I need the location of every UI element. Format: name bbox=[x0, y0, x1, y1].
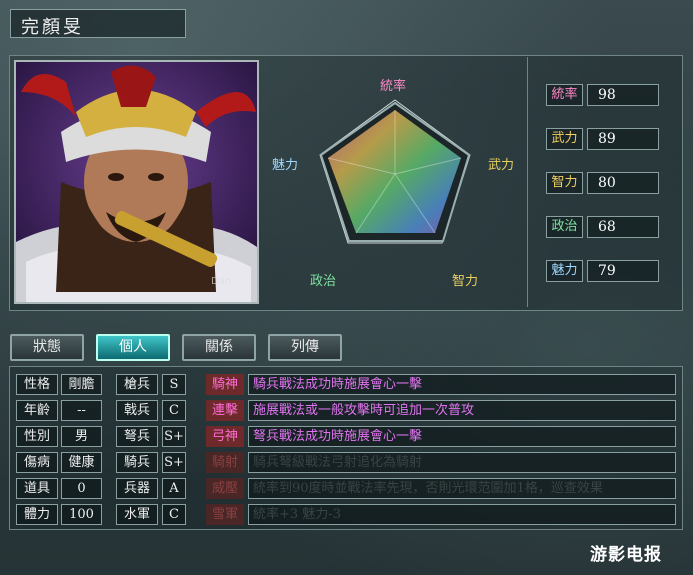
info-label: 道具 bbox=[16, 478, 58, 499]
aptitude-label: 水軍 bbox=[116, 504, 158, 525]
stat-value: 79 bbox=[587, 260, 659, 282]
radar-svg: 統率 武力 智力 政治 魅力 bbox=[272, 78, 514, 289]
portrait-image: Dan bbox=[16, 62, 257, 302]
stat-value: 80 bbox=[587, 172, 659, 194]
tab-personal[interactable]: 個人 bbox=[96, 334, 170, 361]
aptitude-grade: C bbox=[162, 400, 186, 421]
info-value: -- bbox=[61, 400, 102, 421]
attribute-radar-chart: 統率 武力 智力 政治 魅力 bbox=[265, 57, 523, 307]
skill-name: 騎神 bbox=[206, 374, 244, 395]
info-label: 年齡 bbox=[16, 400, 58, 421]
stat-row-charm: 魅力 79 bbox=[546, 260, 662, 282]
info-value: 健康 bbox=[61, 452, 102, 473]
tab-biography[interactable]: 列傳 bbox=[268, 334, 342, 361]
aptitude-label: 兵器 bbox=[116, 478, 158, 499]
stat-label: 武力 bbox=[546, 128, 583, 150]
skill-description: 騎兵弩級戰法弓射追化為騎射 bbox=[248, 452, 676, 473]
info-value: 男 bbox=[61, 426, 102, 447]
aptitude-grade: S bbox=[162, 374, 186, 395]
skill-name: 騎射 bbox=[206, 452, 244, 473]
radar-label-politics: 政治 bbox=[310, 274, 336, 289]
aptitude-grade: S+ bbox=[162, 452, 186, 473]
tab-status[interactable]: 狀態 bbox=[10, 334, 84, 361]
character-name-box: 完顏旻 bbox=[10, 9, 186, 38]
skill-name: 威壓 bbox=[206, 478, 244, 499]
stat-row-politics: 政治 68 bbox=[546, 216, 662, 238]
stat-label: 統率 bbox=[546, 84, 583, 106]
skill-name: 連擊 bbox=[206, 400, 244, 421]
stat-value: 98 bbox=[587, 84, 659, 106]
skill-name: 雪軍 bbox=[206, 504, 244, 525]
skill-description: 騎兵戰法成功時施展會心一擊 bbox=[248, 374, 676, 395]
svg-text:Dan: Dan bbox=[211, 276, 231, 287]
radar-label-war: 武力 bbox=[488, 158, 514, 173]
stat-row-intelligence: 智力 80 bbox=[546, 172, 662, 194]
character-name: 完顏旻 bbox=[21, 17, 84, 38]
stat-label: 政治 bbox=[546, 216, 583, 238]
stat-label: 魅力 bbox=[546, 260, 583, 282]
stat-value: 89 bbox=[587, 128, 659, 150]
radar-label-charm: 魅力 bbox=[272, 158, 298, 173]
skill-description: 施展戰法或一般攻擊時可追加一次普攻 bbox=[248, 400, 676, 421]
info-label: 體力 bbox=[16, 504, 58, 525]
aptitude-grade: S+ bbox=[162, 426, 186, 447]
stat-label: 智力 bbox=[546, 172, 583, 194]
radar-label-intelligence: 智力 bbox=[452, 274, 478, 289]
watermark: 游影电报 bbox=[590, 545, 662, 565]
character-portrait: Dan bbox=[14, 60, 259, 304]
skill-description: 統率+3 魅力-3 bbox=[248, 504, 676, 525]
info-value: 0 bbox=[61, 478, 102, 499]
skill-description: 統率到90度時並戰法率先現，否則光環范圍加1格，巡查效果 bbox=[248, 478, 676, 499]
stat-value: 68 bbox=[587, 216, 659, 238]
aptitude-grade: C bbox=[162, 504, 186, 525]
info-label: 性別 bbox=[16, 426, 58, 447]
aptitude-label: 槍兵 bbox=[116, 374, 158, 395]
aptitude-label: 騎兵 bbox=[116, 452, 158, 473]
aptitude-label: 戟兵 bbox=[116, 400, 158, 421]
info-value: 剛膽 bbox=[61, 374, 102, 395]
aptitude-grade: A bbox=[162, 478, 186, 499]
aptitude-label: 弩兵 bbox=[116, 426, 158, 447]
info-value: 100 bbox=[61, 504, 102, 525]
stat-row-leadership: 統率 98 bbox=[546, 84, 662, 106]
skill-description: 弩兵戰法成功時施展會心一擊 bbox=[248, 426, 676, 447]
radar-label-leadership: 統率 bbox=[380, 78, 406, 94]
info-label: 性格 bbox=[16, 374, 58, 395]
skill-name: 弓神 bbox=[206, 426, 244, 447]
stat-values-column: 統率 98 武力 89 智力 80 政治 68 魅力 79 bbox=[527, 57, 680, 307]
tab-relations[interactable]: 關係 bbox=[182, 334, 256, 361]
stat-row-war: 武力 89 bbox=[546, 128, 662, 150]
info-label: 傷病 bbox=[16, 452, 58, 473]
